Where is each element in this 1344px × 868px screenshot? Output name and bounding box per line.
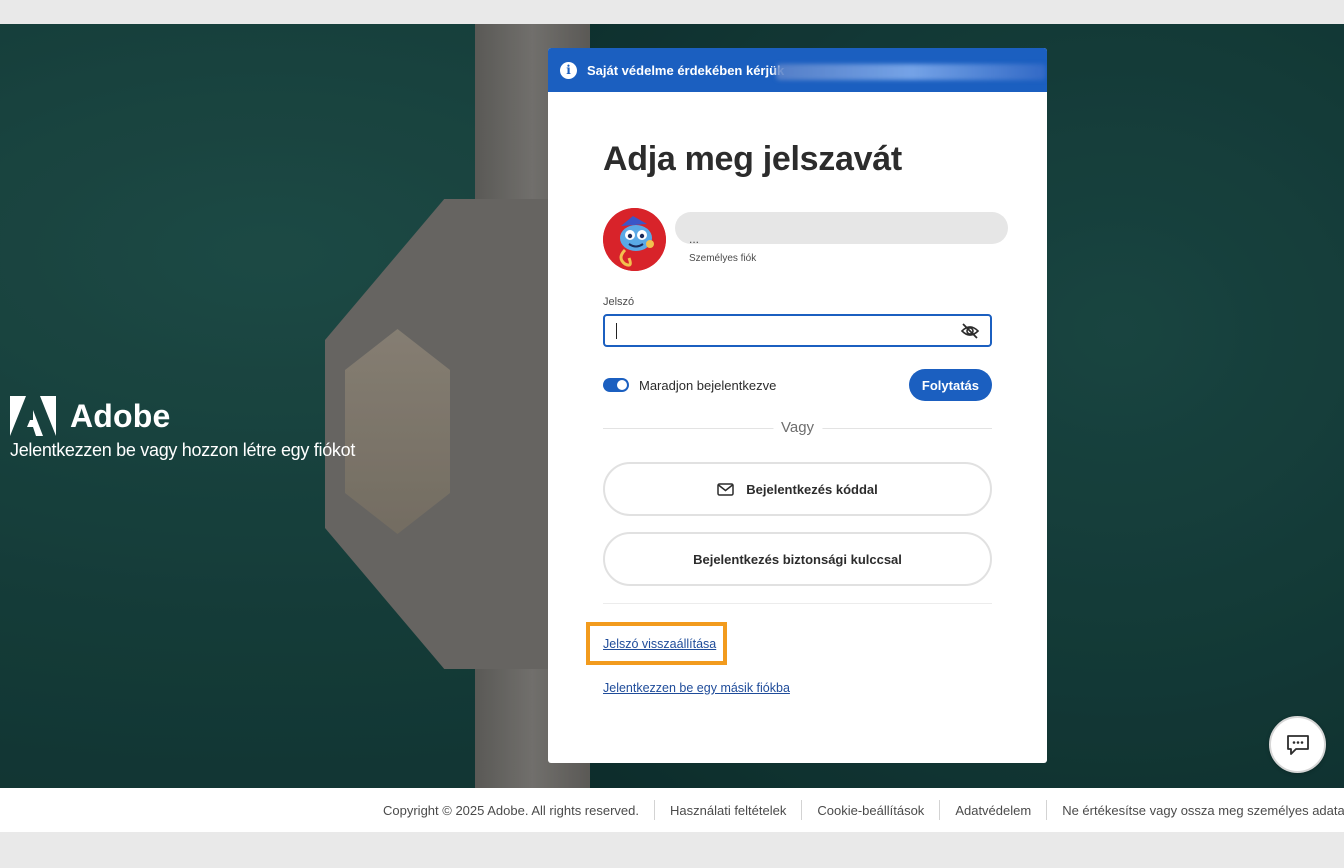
top-strip — [0, 0, 1344, 24]
login-content: Adja meg jelszavát ... Személyes fiók Je… — [586, 140, 1008, 695]
password-label: Jelszó — [603, 296, 635, 308]
page-title: Adja meg jelszavát — [603, 140, 902, 178]
sign-in-with-code-label: Bejelentkezés kóddal — [746, 481, 878, 497]
sign-in-with-security-key-button[interactable]: Bejelentkezés biztonsági kulccsal — [603, 532, 992, 586]
avatar — [603, 208, 666, 271]
password-input[interactable] — [605, 316, 945, 345]
footer: Copyright © 2025 Adobe. All rights reser… — [0, 788, 1344, 832]
footer-separator — [801, 800, 803, 820]
info-icon: i — [560, 61, 577, 79]
stay-signed-in-toggle[interactable] — [603, 378, 629, 392]
hide-password-icon[interactable] — [960, 322, 980, 340]
reset-password-link[interactable]: Jelszó visszaállítása — [603, 637, 716, 651]
banner-text: Saját védelme érdekében kérjük — [587, 62, 785, 78]
sign-in-with-code-button[interactable]: Bejelentkezés kóddal — [603, 462, 992, 516]
text-caret — [616, 323, 617, 339]
account-info: ... Személyes fiók — [603, 208, 1008, 272]
bottom-strip — [0, 832, 1344, 868]
mail-icon — [717, 482, 734, 496]
chat-icon — [1286, 734, 1309, 755]
brand-name: Adobe — [70, 397, 171, 434]
login-card: i Saját védelme érdekében kérjük Adja me… — [548, 48, 1047, 763]
stay-signed-in-label: Maradjon bejelentkezve — [639, 377, 777, 393]
other-account-link[interactable]: Jelentkezzen be egy másik fiókba — [603, 681, 790, 695]
terms-link[interactable]: Használati feltételek — [670, 803, 786, 818]
section-divider — [603, 603, 992, 604]
adobe-logo-icon — [10, 396, 56, 436]
brand-block: Adobe Jelentkezzen be vagy hozzon létre … — [10, 396, 355, 461]
footer-separator — [939, 800, 941, 820]
avatar-character-icon — [603, 208, 666, 271]
account-ellipsis: ... — [689, 232, 700, 246]
password-field-wrapper — [603, 314, 992, 347]
continue-button[interactable]: Folytatás — [908, 369, 992, 401]
copyright-text: Copyright © 2025 Adobe. All rights reser… — [383, 802, 640, 818]
email-redacted — [675, 212, 1008, 244]
or-divider-text: Vagy — [772, 419, 823, 436]
footer-separator — [654, 800, 656, 820]
sign-in-with-security-key-label: Bejelentkezés biztonsági kulccsal — [693, 551, 902, 567]
privacy-link[interactable]: Adatvédelem — [955, 803, 1031, 818]
chat-button[interactable] — [1269, 716, 1326, 773]
footer-links: Copyright © 2025 Adobe. All rights reser… — [383, 788, 1344, 832]
banner-redacted-text — [776, 64, 1046, 80]
or-divider: Vagy — [603, 419, 992, 439]
stay-signed-in-row: Maradjon bejelentkezve Folytatás — [603, 369, 992, 401]
brand-tagline: Jelentkezzen be vagy hozzon létre egy fi… — [10, 440, 356, 460]
reset-password-highlight: Jelszó visszaállítása — [586, 622, 727, 665]
security-banner: i Saját védelme érdekében kérjük — [548, 48, 1047, 92]
do-not-sell-link[interactable]: Ne értékesítse vagy ossza meg személyes … — [1062, 803, 1344, 818]
cookie-settings-link[interactable]: Cookie-beállítások — [817, 803, 924, 818]
footer-separator — [1046, 800, 1048, 820]
account-type: Személyes fiók — [689, 253, 757, 264]
